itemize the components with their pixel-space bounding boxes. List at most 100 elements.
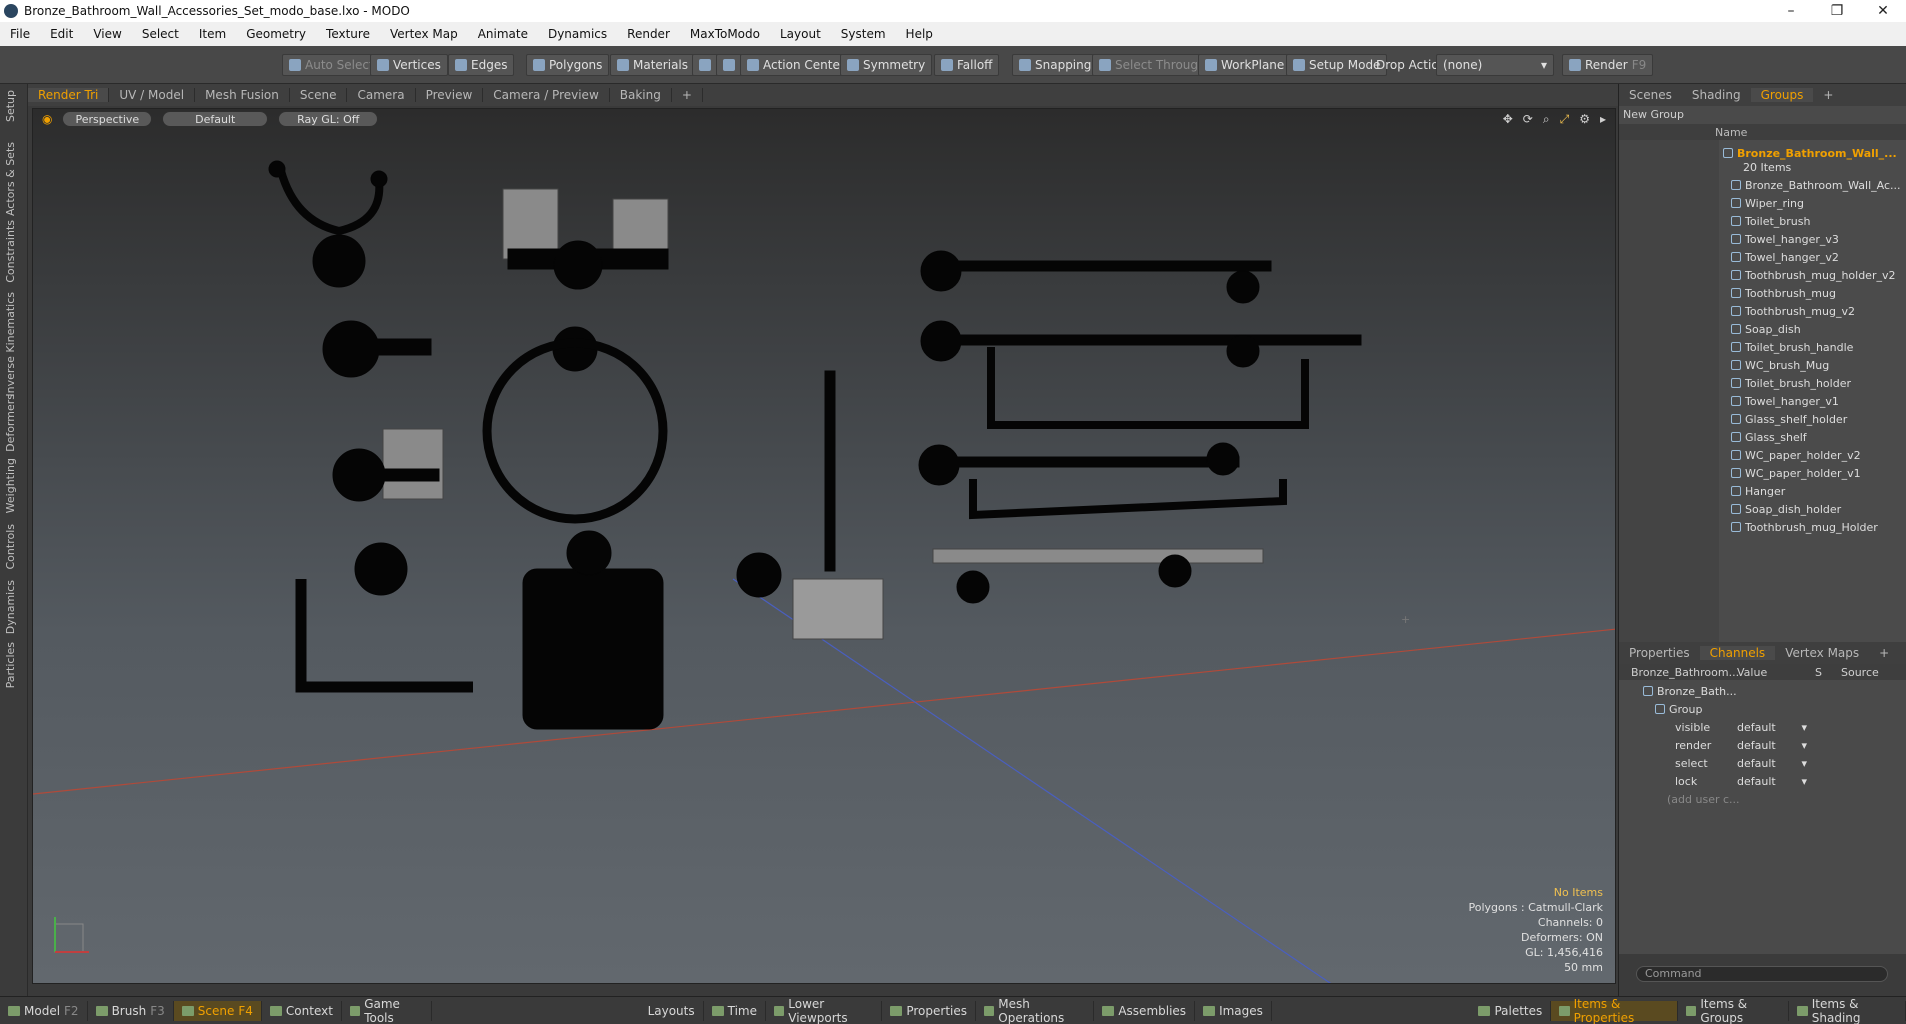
tab-setup[interactable]: Setup (4, 90, 17, 122)
tab-camera-preview[interactable]: Camera / Preview (483, 88, 610, 102)
mesh-operations-button[interactable]: Mesh Operations (976, 997, 1095, 1024)
minimize-button[interactable]: – (1768, 3, 1814, 19)
channels-name-header[interactable]: Bronze_Bathroom... (1631, 666, 1739, 679)
tab-controls[interactable]: Controls (4, 524, 17, 570)
tab-channels[interactable]: Channels (1699, 646, 1776, 660)
group-list-item[interactable]: Toothbrush_mug_v2 (1731, 302, 1906, 320)
group-list-item[interactable]: Towel_hanger_v3 (1731, 230, 1906, 248)
tab-uv-model[interactable]: UV / Model (109, 88, 196, 102)
tab-scenes[interactable]: Scenes (1619, 88, 1682, 102)
name-column-header[interactable]: Name (1715, 126, 1747, 139)
group-list-item[interactable]: Soap_dish_holder (1731, 500, 1906, 518)
assemblies-button[interactable]: Assemblies (1094, 1000, 1196, 1021)
edges-button[interactable]: Edges (448, 54, 515, 76)
group-list-item[interactable]: Toilet_brush_handle (1731, 338, 1906, 356)
tab-vertex-maps[interactable]: Vertex Maps (1775, 646, 1869, 660)
materials-button[interactable]: Materials (610, 54, 696, 76)
game-tools-button[interactable]: Game Tools (342, 997, 433, 1024)
brush-layout-button[interactable]: Brush F3 (88, 1000, 174, 1021)
group-list-item[interactable]: Toothbrush_mug_holder_v2 (1731, 266, 1906, 284)
channels-source-header[interactable]: Source (1841, 666, 1879, 679)
channel-value-select[interactable]: default ▾ (1737, 754, 1807, 772)
falloff-button[interactable]: Falloff (934, 54, 1000, 76)
zoom-view-icon[interactable]: ⌕ (1543, 112, 1550, 127)
viewport-options-icon[interactable]: ⚙ (1579, 112, 1590, 126)
tab-weighting[interactable]: Weighting (4, 458, 17, 513)
tab-preview[interactable]: Preview (416, 88, 484, 102)
tab-mesh-fusion[interactable]: Mesh Fusion (195, 88, 290, 102)
menu-edit[interactable]: Edit (40, 27, 83, 41)
new-group-button[interactable]: New Group (1619, 106, 1906, 124)
channel-value-select[interactable]: default ▾ (1737, 718, 1807, 736)
symmetry-button[interactable]: Symmetry (840, 54, 933, 76)
group-list-item[interactable]: WC_paper_holder_v2 (1731, 446, 1906, 464)
layouts-button[interactable]: Layouts (640, 1000, 704, 1021)
viewport-more-icon[interactable]: ▸ (1600, 112, 1606, 126)
viewport-menu-icon[interactable]: ◉ (42, 112, 52, 126)
auto-select-button[interactable]: Auto Select (282, 54, 381, 76)
group-list-item[interactable]: Hanger (1731, 482, 1906, 500)
tab-dynamics[interactable]: Dynamics (4, 580, 17, 634)
tab-render-tri[interactable]: Render Tri (28, 88, 110, 102)
menu-system[interactable]: System (831, 27, 896, 41)
group-list-item[interactable]: Toothbrush_mug (1731, 284, 1906, 302)
tab-particles[interactable]: Particles (4, 642, 17, 688)
render-button[interactable]: Render F9 (1562, 54, 1654, 76)
menu-animate[interactable]: Animate (468, 27, 538, 41)
channels-s-header[interactable]: S (1815, 666, 1822, 679)
tab-properties[interactable]: Properties (1619, 646, 1700, 660)
view-type-button[interactable]: Perspective (62, 111, 153, 127)
snap-shield-alt-button[interactable] (716, 54, 742, 76)
add-channels-tab-button[interactable]: + (1869, 646, 1899, 660)
tab-groups[interactable]: Groups (1750, 88, 1814, 102)
action-center-button[interactable]: Action Center (740, 54, 852, 76)
group-list-item[interactable]: Glass_shelf (1731, 428, 1906, 446)
snapping-button[interactable]: Snapping (1012, 54, 1099, 76)
add-panel-tab-button[interactable]: + (1813, 88, 1843, 102)
add-user-channel[interactable]: (add user c... (1667, 790, 1906, 808)
scene-layout-button[interactable]: Scene F4 (173, 1000, 262, 1021)
tab-camera[interactable]: Camera (347, 88, 416, 102)
command-input[interactable]: Command (1636, 966, 1888, 982)
group-list-item[interactable]: WC_brush_Mug (1731, 356, 1906, 374)
group-list-item[interactable]: Soap_dish (1731, 320, 1906, 338)
items-shading-button[interactable]: Items & Shading (1789, 997, 1906, 1024)
menu-select[interactable]: Select (132, 27, 189, 41)
group-list-item[interactable]: Towel_hanger_v1 (1731, 392, 1906, 410)
3d-viewport[interactable]: + No Items Polygons : Catmull-Clark Chan… (32, 108, 1616, 984)
channels-group-item[interactable]: Group (1655, 700, 1906, 718)
move-view-icon[interactable]: ✥ (1503, 112, 1513, 126)
menu-layout[interactable]: Layout (770, 27, 831, 41)
shading-mode-button[interactable]: Default (162, 111, 269, 127)
lower-viewports-button[interactable]: Lower Viewports (766, 997, 883, 1024)
vertices-button[interactable]: Vertices (370, 54, 448, 76)
polygons-button[interactable]: Polygons (526, 54, 610, 76)
tab-actors-sets[interactable]: Actors & Sets (4, 142, 17, 216)
group-list-item[interactable]: Toothbrush_mug_Holder (1731, 518, 1906, 536)
time-button[interactable]: Time (704, 1000, 766, 1021)
channel-value-select[interactable]: default ▾ (1737, 736, 1807, 754)
tab-deformers[interactable]: Deformers (4, 394, 17, 452)
drop-action-select[interactable]: (none) ▾ (1436, 54, 1554, 76)
items-groups-button[interactable]: Items & Groups (1678, 997, 1790, 1024)
tab-constraints[interactable]: Constraints (4, 220, 17, 283)
menu-file[interactable]: File (0, 27, 40, 41)
group-list-item[interactable]: Toilet_brush_holder (1731, 374, 1906, 392)
group-list-item[interactable]: WC_paper_holder_v1 (1731, 464, 1906, 482)
model-layout-button[interactable]: Model F2 (0, 1000, 88, 1021)
menu-texture[interactable]: Texture (316, 27, 380, 41)
menu-render[interactable]: Render (617, 27, 680, 41)
raygl-button[interactable]: Ray GL: Off (278, 111, 379, 127)
rotate-view-icon[interactable]: ⟳ (1523, 112, 1533, 126)
context-button[interactable]: Context (262, 1000, 342, 1021)
channels-root-item[interactable]: Bronze_Bath... (1643, 682, 1906, 700)
menu-geometry[interactable]: Geometry (236, 27, 316, 41)
group-list-item[interactable]: Towel_hanger_v2 (1731, 248, 1906, 266)
menu-dynamics[interactable]: Dynamics (538, 27, 617, 41)
tab-inverse-kinematics[interactable]: Inverse Kinematics (4, 292, 17, 397)
maximize-view-icon[interactable]: ⤢ (1560, 112, 1570, 127)
menu-item[interactable]: Item (189, 27, 236, 41)
close-button[interactable]: ✕ (1860, 3, 1906, 19)
snap-shield-button[interactable] (692, 54, 718, 76)
select-through-button[interactable]: Select Through (1092, 54, 1213, 76)
